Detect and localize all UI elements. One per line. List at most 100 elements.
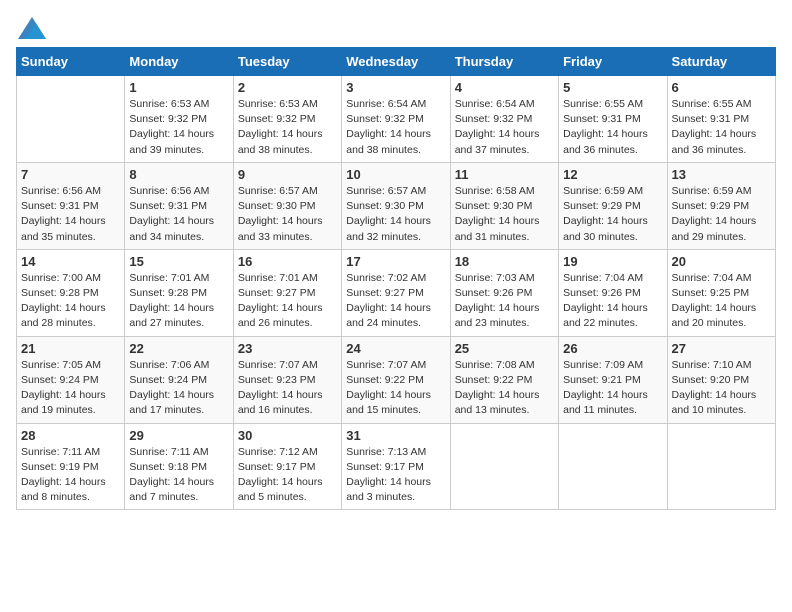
calendar-cell: 10 Sunrise: 6:57 AMSunset: 9:30 PMDayligh… <box>342 162 450 249</box>
header-friday: Friday <box>559 48 667 76</box>
calendar-cell: 26 Sunrise: 7:09 AMSunset: 9:21 PMDayligh… <box>559 336 667 423</box>
calendar-cell: 30 Sunrise: 7:12 AMSunset: 9:17 PMDayligh… <box>233 423 341 510</box>
day-info: Sunrise: 7:07 AMSunset: 9:22 PMDaylight:… <box>346 358 445 419</box>
day-number: 29 <box>129 428 228 443</box>
calendar-week-row: 28 Sunrise: 7:11 AMSunset: 9:19 PMDayligh… <box>17 423 776 510</box>
day-number: 12 <box>563 167 662 182</box>
calendar-cell: 3Sunrise: 6:54 AMSunset: 9:32 PMDaylight… <box>342 76 450 163</box>
day-info: Sunrise: 6:55 AMSunset: 9:31 PMDaylight:… <box>563 97 662 158</box>
day-number: 19 <box>563 254 662 269</box>
day-number: 4 <box>455 80 554 95</box>
day-number: 20 <box>672 254 771 269</box>
header-wednesday: Wednesday <box>342 48 450 76</box>
day-number: 21 <box>21 341 120 356</box>
calendar-cell: 14 Sunrise: 7:00 AMSunset: 9:28 PMDayligh… <box>17 249 125 336</box>
day-number: 13 <box>672 167 771 182</box>
header-sunday: Sunday <box>17 48 125 76</box>
day-number: 26 <box>563 341 662 356</box>
day-info: Sunrise: 7:03 AMSunset: 9:26 PMDaylight:… <box>455 271 554 332</box>
calendar-cell: 22 Sunrise: 7:06 AMSunset: 9:24 PMDayligh… <box>125 336 233 423</box>
day-info: Sunrise: 6:58 AMSunset: 9:30 PMDaylight:… <box>455 184 554 245</box>
calendar-header-row: SundayMondayTuesdayWednesdayThursdayFrid… <box>17 48 776 76</box>
day-info: Sunrise: 7:13 AMSunset: 9:17 PMDaylight:… <box>346 445 445 506</box>
day-number: 31 <box>346 428 445 443</box>
day-info: Sunrise: 6:54 AMSunset: 9:32 PMDaylight:… <box>455 97 554 158</box>
day-info: Sunrise: 6:59 AMSunset: 9:29 PMDaylight:… <box>672 184 771 245</box>
header-tuesday: Tuesday <box>233 48 341 76</box>
day-info: Sunrise: 7:01 AMSunset: 9:28 PMDaylight:… <box>129 271 228 332</box>
day-number: 16 <box>238 254 337 269</box>
calendar-cell: 2 Sunrise: 6:53 AMSunset: 9:32 PMDaylight… <box>233 76 341 163</box>
calendar-cell: 28 Sunrise: 7:11 AMSunset: 9:19 PMDayligh… <box>17 423 125 510</box>
day-info: Sunrise: 7:10 AMSunset: 9:20 PMDaylight:… <box>672 358 771 419</box>
day-info: Sunrise: 7:02 AMSunset: 9:27 PMDaylight:… <box>346 271 445 332</box>
calendar-cell <box>450 423 558 510</box>
calendar-cell: 13 Sunrise: 6:59 AMSunset: 9:29 PMDayligh… <box>667 162 775 249</box>
calendar-cell: 18Sunrise: 7:03 AMSunset: 9:26 PMDayligh… <box>450 249 558 336</box>
day-number: 8 <box>129 167 228 182</box>
calendar-cell: 6 Sunrise: 6:55 AMSunset: 9:31 PMDaylight… <box>667 76 775 163</box>
calendar-cell: 23 Sunrise: 7:07 AMSunset: 9:23 PMDayligh… <box>233 336 341 423</box>
calendar-cell: 25 Sunrise: 7:08 AMSunset: 9:22 PMDayligh… <box>450 336 558 423</box>
calendar-cell <box>17 76 125 163</box>
day-info: Sunrise: 6:53 AMSunset: 9:32 PMDaylight:… <box>129 97 228 158</box>
header-thursday: Thursday <box>450 48 558 76</box>
header-monday: Monday <box>125 48 233 76</box>
day-info: Sunrise: 7:07 AMSunset: 9:23 PMDaylight:… <box>238 358 337 419</box>
day-number: 10 <box>346 167 445 182</box>
day-number: 23 <box>238 341 337 356</box>
day-info: Sunrise: 7:04 AMSunset: 9:25 PMDaylight:… <box>672 271 771 332</box>
day-info: Sunrise: 6:57 AMSunset: 9:30 PMDaylight:… <box>346 184 445 245</box>
calendar-cell: 19 Sunrise: 7:04 AMSunset: 9:26 PMDayligh… <box>559 249 667 336</box>
calendar-cell: 27 Sunrise: 7:10 AMSunset: 9:20 PMDayligh… <box>667 336 775 423</box>
day-info: Sunrise: 7:11 AMSunset: 9:19 PMDaylight:… <box>21 445 120 506</box>
day-number: 24 <box>346 341 445 356</box>
day-number: 30 <box>238 428 337 443</box>
day-info: Sunrise: 7:06 AMSunset: 9:24 PMDaylight:… <box>129 358 228 419</box>
calendar-cell: 17 Sunrise: 7:02 AMSunset: 9:27 PMDayligh… <box>342 249 450 336</box>
calendar-week-row: 7 Sunrise: 6:56 AMSunset: 9:31 PMDaylight… <box>17 162 776 249</box>
calendar-cell <box>559 423 667 510</box>
day-info: Sunrise: 7:09 AMSunset: 9:21 PMDaylight:… <box>563 358 662 419</box>
calendar-cell: 24 Sunrise: 7:07 AMSunset: 9:22 PMDayligh… <box>342 336 450 423</box>
calendar-cell: 21 Sunrise: 7:05 AMSunset: 9:24 PMDayligh… <box>17 336 125 423</box>
day-info: Sunrise: 7:01 AMSunset: 9:27 PMDaylight:… <box>238 271 337 332</box>
day-number: 6 <box>672 80 771 95</box>
day-number: 28 <box>21 428 120 443</box>
logo-icon <box>18 17 46 39</box>
day-number: 2 <box>238 80 337 95</box>
day-number: 17 <box>346 254 445 269</box>
calendar-cell: 20 Sunrise: 7:04 AMSunset: 9:25 PMDayligh… <box>667 249 775 336</box>
day-info: Sunrise: 7:00 AMSunset: 9:28 PMDaylight:… <box>21 271 120 332</box>
day-info: Sunrise: 7:12 AMSunset: 9:17 PMDaylight:… <box>238 445 337 506</box>
day-info: Sunrise: 7:04 AMSunset: 9:26 PMDaylight:… <box>563 271 662 332</box>
day-info: Sunrise: 7:08 AMSunset: 9:22 PMDaylight:… <box>455 358 554 419</box>
calendar-cell <box>667 423 775 510</box>
page-header <box>16 16 776 39</box>
calendar-table: SundayMondayTuesdayWednesdayThursdayFrid… <box>16 47 776 510</box>
day-number: 22 <box>129 341 228 356</box>
day-info: Sunrise: 6:55 AMSunset: 9:31 PMDaylight:… <box>672 97 771 158</box>
calendar-week-row: 14 Sunrise: 7:00 AMSunset: 9:28 PMDayligh… <box>17 249 776 336</box>
day-number: 15 <box>129 254 228 269</box>
day-number: 27 <box>672 341 771 356</box>
logo <box>16 16 46 39</box>
day-info: Sunrise: 6:56 AMSunset: 9:31 PMDaylight:… <box>21 184 120 245</box>
calendar-cell: 15 Sunrise: 7:01 AMSunset: 9:28 PMDayligh… <box>125 249 233 336</box>
day-info: Sunrise: 7:11 AMSunset: 9:18 PMDaylight:… <box>129 445 228 506</box>
day-info: Sunrise: 6:54 AMSunset: 9:32 PMDaylight:… <box>346 97 445 158</box>
day-info: Sunrise: 7:05 AMSunset: 9:24 PMDaylight:… <box>21 358 120 419</box>
calendar-cell: 12 Sunrise: 6:59 AMSunset: 9:29 PMDayligh… <box>559 162 667 249</box>
day-number: 14 <box>21 254 120 269</box>
day-number: 5 <box>563 80 662 95</box>
day-number: 7 <box>21 167 120 182</box>
day-info: Sunrise: 6:59 AMSunset: 9:29 PMDaylight:… <box>563 184 662 245</box>
day-info: Sunrise: 6:53 AMSunset: 9:32 PMDaylight:… <box>238 97 337 158</box>
calendar-cell: 11Sunrise: 6:58 AMSunset: 9:30 PMDayligh… <box>450 162 558 249</box>
calendar-cell: 8 Sunrise: 6:56 AMSunset: 9:31 PMDaylight… <box>125 162 233 249</box>
day-info: Sunrise: 6:56 AMSunset: 9:31 PMDaylight:… <box>129 184 228 245</box>
calendar-cell: 31 Sunrise: 7:13 AMSunset: 9:17 PMDayligh… <box>342 423 450 510</box>
calendar-week-row: 1Sunrise: 6:53 AMSunset: 9:32 PMDaylight… <box>17 76 776 163</box>
day-number: 25 <box>455 341 554 356</box>
header-saturday: Saturday <box>667 48 775 76</box>
